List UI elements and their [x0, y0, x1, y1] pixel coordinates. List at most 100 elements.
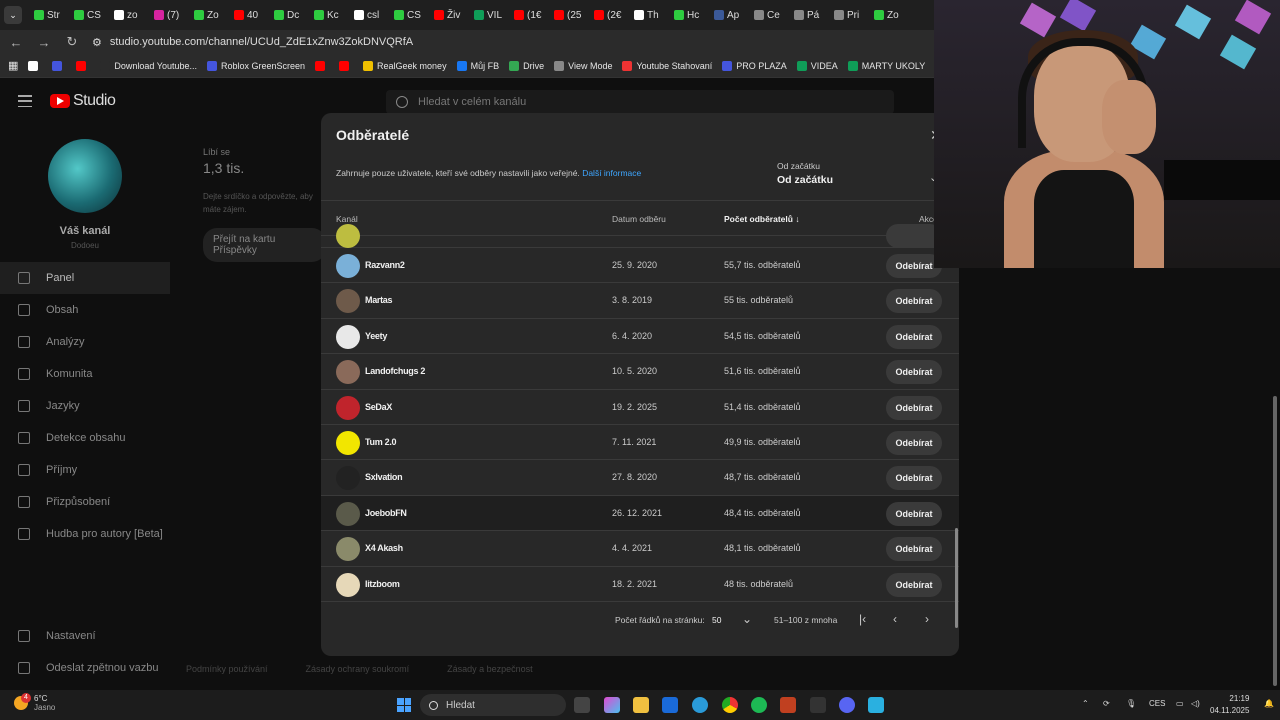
subscribe-button[interactable]: Odebírat: [886, 572, 942, 597]
bookmark-item[interactable]: Můj FB: [456, 60, 499, 71]
table-row[interactable]: Tum 2.0 7. 11. 2021 49,9 tis. odběratelů Od…: [321, 425, 959, 461]
avatar[interactable]: [336, 430, 360, 455]
channel-link[interactable]: Martas: [365, 295, 393, 305]
sidebar-item[interactable]: Detekce obsahu: [0, 422, 170, 454]
tab-search-button[interactable]: ⌄: [4, 6, 22, 24]
browser-tab[interactable]: (7): [150, 3, 188, 27]
copilot-icon[interactable]: [604, 697, 620, 713]
browser-tab[interactable]: 40: [230, 3, 268, 27]
start-icon[interactable]: [397, 698, 411, 712]
edge-icon[interactable]: [692, 697, 708, 713]
table-row[interactable]: Yeety 6. 4. 2020 54,5 tis. odběratelů Odebí…: [321, 319, 959, 355]
sidebar-item[interactable]: Hudba pro autory [Beta]: [0, 518, 170, 550]
browser-tab[interactable]: Kc: [310, 3, 348, 27]
weather-widget[interactable]: 4 6°C Jasno: [14, 693, 55, 712]
subscribe-button[interactable]: Odebírat: [886, 430, 942, 455]
browser-tab[interactable]: CS: [390, 3, 428, 27]
url-field[interactable]: ⚙ studio.youtube.com/channel/UCUd_ZdE1xZn…: [92, 36, 413, 49]
bookmark-item[interactable]: VIDEA: [796, 60, 838, 71]
footer-link[interactable]: Zásady ochrany soukromí: [306, 664, 410, 674]
dialog-scrollbar[interactable]: [955, 528, 958, 628]
forward-icon[interactable]: →: [36, 35, 52, 50]
discord-icon[interactable]: [839, 697, 855, 713]
browser-tab[interactable]: Živ: [430, 3, 468, 27]
microphone-icon[interactable]: 🎙: [1126, 699, 1136, 708]
go-to-posts-button[interactable]: Přejít na kartu Příspěvky: [203, 228, 326, 262]
table-row[interactable]: Razvann2 25. 9. 2020 55,7 tis. odběratelů O…: [321, 248, 959, 284]
network-icon[interactable]: ▭: [1176, 699, 1184, 708]
rows-per-page-select[interactable]: 50: [712, 615, 721, 625]
subscribe-button[interactable]: Odebírat: [886, 501, 942, 526]
avatar[interactable]: [336, 395, 360, 420]
browser-tab[interactable]: Th: [630, 3, 668, 27]
apps-grid-icon[interactable]: ▦: [8, 59, 18, 72]
channel-link[interactable]: JoebobFN: [365, 508, 407, 518]
channel-link[interactable]: Yeety: [365, 331, 387, 341]
browser-tab[interactable]: Hc: [670, 3, 708, 27]
studio-logo[interactable]: Studio: [50, 92, 116, 110]
chrome-icon[interactable]: [722, 697, 738, 713]
sidebar-item[interactable]: Jazyky: [0, 390, 170, 422]
menu-icon[interactable]: [18, 95, 32, 107]
sidebar-item[interactable]: Příjmy: [0, 454, 170, 486]
subscribe-button[interactable]: Odebírat: [886, 360, 942, 385]
taskbar-search[interactable]: Hledat: [420, 694, 566, 716]
sidebar-item[interactable]: Panel: [0, 262, 170, 294]
footer-link[interactable]: Zásady a bezpečnost: [447, 664, 533, 674]
sidebar-item[interactable]: Přizpůsobení: [0, 486, 170, 518]
task-view-icon[interactable]: [574, 697, 590, 713]
sync-icon[interactable]: ⟳: [1103, 699, 1110, 708]
column-subs[interactable]: Počet odběratelů ↓: [724, 214, 800, 224]
browser-tab[interactable]: (25: [550, 3, 588, 27]
outlook-icon[interactable]: [662, 697, 678, 713]
channel-avatar[interactable]: [48, 139, 122, 213]
browser-tab[interactable]: Str: [30, 3, 68, 27]
channel-link[interactable]: X4 Akash: [365, 543, 403, 553]
subscribe-button[interactable]: Odebírat: [886, 466, 942, 491]
channel-link[interactable]: Razvann2: [365, 260, 405, 270]
chevron-down-icon[interactable]: ⌄: [742, 612, 752, 626]
bookmark-item[interactable]: [339, 60, 353, 71]
table-row[interactable]: SeDaX 19. 2. 2025 51,4 tis. odběratelů Odeb…: [321, 390, 959, 425]
channel-link[interactable]: Tum 2.0: [365, 437, 397, 447]
table-row[interactable]: JoebobFN 26. 12. 2021 48,4 tis. odběratelů…: [321, 495, 959, 532]
table-row[interactable]: Iitzboom 18. 2. 2021 48 tis. odběratelů Ode…: [321, 567, 959, 602]
app-icon[interactable]: [868, 697, 884, 713]
avatar[interactable]: [336, 289, 360, 314]
bookmark-item[interactable]: PRO PLAZA: [722, 60, 787, 71]
browser-tab[interactable]: Pá: [790, 3, 828, 27]
bookmark-item[interactable]: [52, 60, 66, 71]
channel-search-input[interactable]: Hledat v celém kanálu: [386, 90, 894, 114]
bookmark-item[interactable]: MARTY UKOLY: [847, 60, 925, 71]
footer-link[interactable]: Podmínky používání: [186, 664, 268, 674]
browser-tab[interactable]: VIL: [470, 3, 508, 27]
table-row[interactable]: Sxlvation 27. 8. 2020 48,7 tis. odběratelů…: [321, 460, 959, 496]
avatar[interactable]: [336, 537, 360, 562]
browser-tab[interactable]: Pri: [830, 3, 868, 27]
avatar[interactable]: [336, 572, 360, 597]
avatar[interactable]: [336, 466, 360, 491]
bookmark-item[interactable]: Drive: [509, 60, 544, 71]
subscribe-button[interactable]: Odebírat: [886, 324, 942, 349]
page-scrollbar[interactable]: [1273, 396, 1277, 686]
sidebar-item[interactable]: Obsah: [0, 294, 170, 326]
browser-tab[interactable]: Dc: [270, 3, 308, 27]
language-indicator[interactable]: CES: [1149, 699, 1165, 708]
browser-tab[interactable]: Ap: [710, 3, 748, 27]
notification-icon[interactable]: 🔔: [1264, 699, 1274, 708]
site-info-icon[interactable]: ⚙: [92, 36, 102, 49]
subscribe-button[interactable]: Odebírat: [886, 537, 942, 562]
file-explorer-icon[interactable]: [633, 697, 649, 713]
bookmark-item[interactable]: View Mode: [554, 60, 612, 71]
bookmark-item[interactable]: [76, 60, 90, 71]
avatar[interactable]: [336, 324, 360, 349]
back-icon[interactable]: ←: [8, 35, 24, 50]
column-date[interactable]: Datum odběru: [612, 214, 666, 224]
avatar[interactable]: [336, 254, 360, 278]
avatar[interactable]: [336, 360, 360, 385]
prev-page-icon[interactable]: ‹: [893, 612, 897, 626]
channel-link[interactable]: Landofchugs 2: [365, 366, 425, 376]
sidebar-item[interactable]: Analýzy: [0, 326, 170, 358]
subscribe-button[interactable]: Odebírat: [886, 395, 942, 420]
browser-tab[interactable]: Ce: [750, 3, 788, 27]
